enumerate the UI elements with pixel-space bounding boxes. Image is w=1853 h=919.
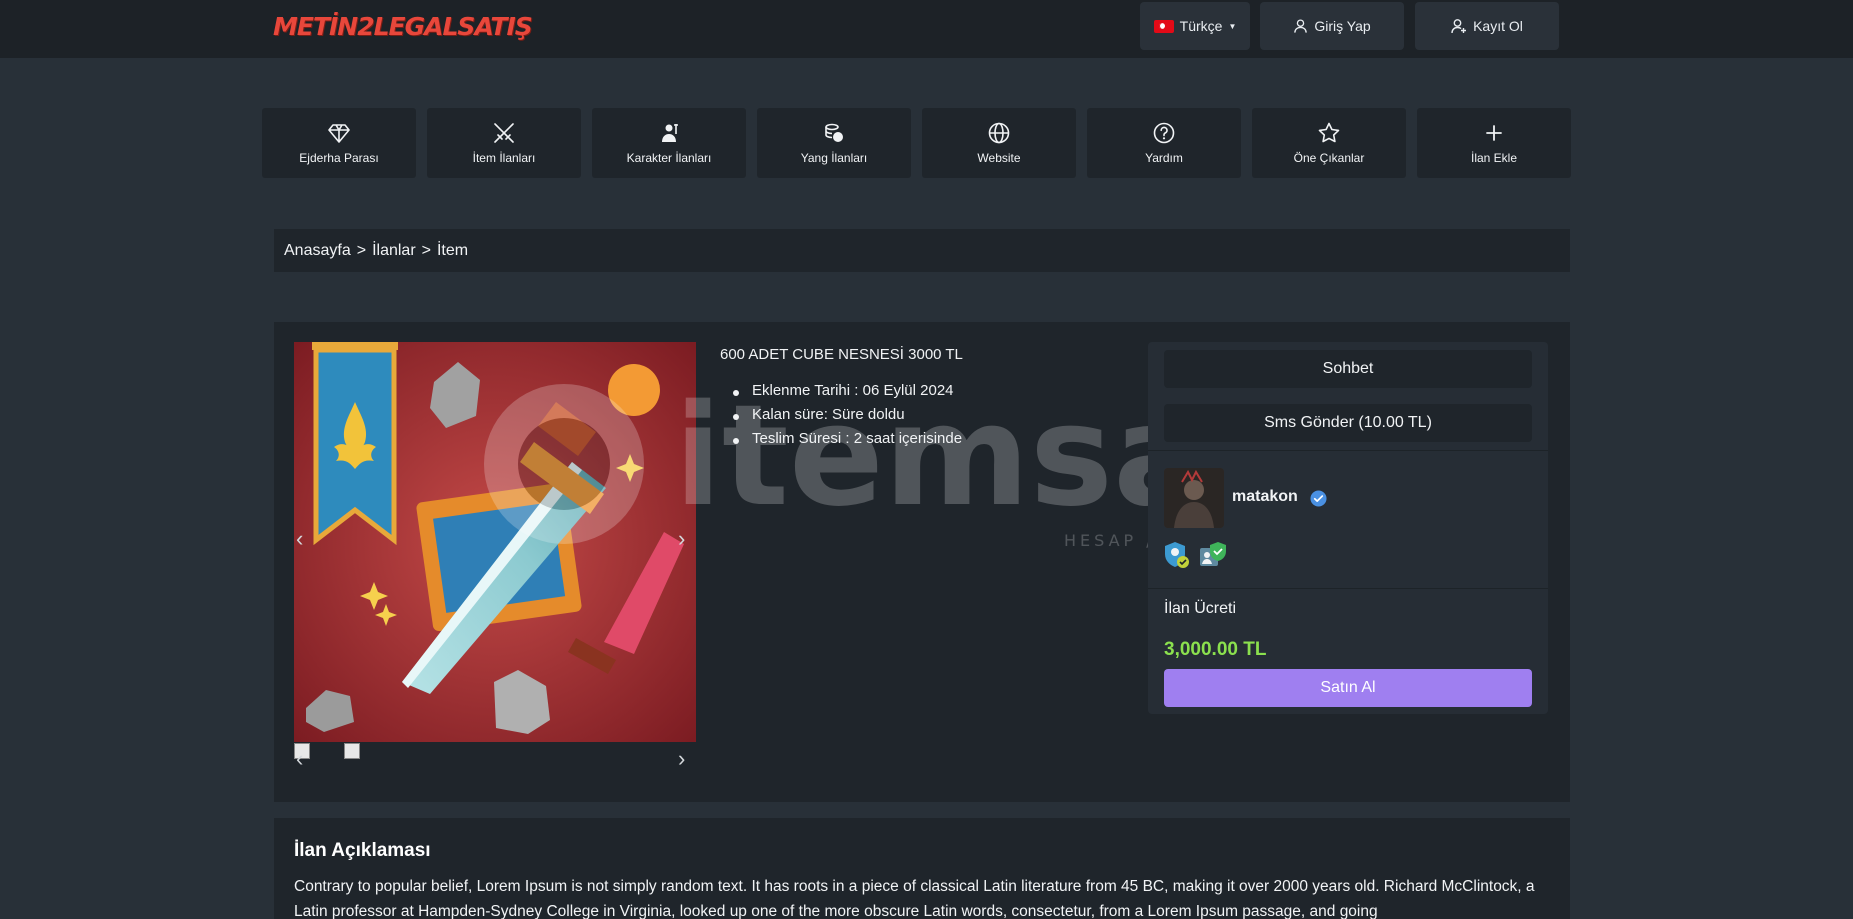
price-label: İlan Ücreti <box>1164 600 1237 617</box>
category-label: Ejderha Parası <box>299 151 379 165</box>
divider <box>1148 588 1548 589</box>
category-one-cikanlar[interactable]: Öne Çıkanlar <box>1252 108 1406 178</box>
product-image-gallery[interactable]: ‹ › <box>294 342 696 742</box>
product-panel: ‹ › ‹ › itemsatış HESAP / SKIN / İTEM / … <box>274 322 1570 802</box>
security-badge-icon <box>1165 542 1189 568</box>
top-header: METİN2LEGALSATIŞ Türkçe ▼ Giriş Yap Kayı… <box>0 0 1853 58</box>
detail-remaining-time: Kalan süre: Süre doldu <box>720 406 962 430</box>
register-button[interactable]: Kayıt Ol <box>1415 2 1559 50</box>
thumbnail-next-arrow[interactable]: › <box>678 746 685 772</box>
breadcrumb-separator: > <box>421 241 431 259</box>
login-button[interactable]: Giriş Yap <box>1260 2 1404 50</box>
breadcrumb-separator: > <box>356 241 367 259</box>
breadcrumb: Anasayfa > İlanlar > İtem <box>274 229 1570 272</box>
user-plus-icon <box>1451 19 1467 34</box>
category-label: Yardım <box>1145 151 1183 165</box>
chat-button[interactable]: Sohbet <box>1164 350 1532 388</box>
category-label: İlan Ekle <box>1470 151 1518 165</box>
turkey-flag-icon <box>1153 19 1174 33</box>
help-circle-icon <box>1153 122 1175 144</box>
category-karakter-ilanlari[interactable]: Karakter İlanları <box>592 108 746 178</box>
gallery-thumbnail[interactable] <box>344 743 360 759</box>
register-label: Kayıt Ol <box>1473 18 1523 34</box>
category-ilan-ekle[interactable]: İlan Ekle <box>1417 108 1571 178</box>
language-label: Türkçe <box>1179 18 1223 34</box>
divider <box>1148 450 1548 451</box>
globe-icon <box>988 122 1010 144</box>
category-label: Yang İlanları <box>800 151 868 165</box>
category-item-ilanlari[interactable]: İtem İlanları <box>427 108 581 178</box>
language-selector[interactable]: Türkçe ▼ <box>1140 2 1250 50</box>
plus-icon <box>1486 125 1502 141</box>
category-ejderha-parasi[interactable]: Ejderha Parası <box>262 108 416 178</box>
category-label: Karakter İlanları <box>626 151 712 165</box>
crossed-swords-icon <box>494 123 514 143</box>
description-panel: İlan Açıklaması Contrary to popular beli… <box>274 818 1570 919</box>
category-nav: Ejderha Parası İtem İlanları Karakter İl… <box>262 108 1571 178</box>
seller-sidebar: Sohbet Sms Gönder (10.00 TL) matakon İla… <box>1148 342 1548 714</box>
category-website[interactable]: Website <box>922 108 1076 178</box>
coins-icon <box>825 123 843 142</box>
diamond-icon <box>328 124 350 143</box>
caret-down-icon: ▼ <box>1228 21 1237 31</box>
description-heading: İlan Açıklaması <box>294 840 431 861</box>
breadcrumb-current: İtem <box>436 241 469 259</box>
category-yang-ilanlari[interactable]: Yang İlanları <box>757 108 911 178</box>
avatar-image <box>1164 468 1224 528</box>
breadcrumb-home[interactable]: Anasayfa <box>284 242 351 260</box>
verified-badge-icon <box>1310 490 1327 507</box>
gallery-prev-arrow[interactable]: ‹ <box>296 526 303 552</box>
buy-button[interactable]: Satın Al <box>1164 669 1532 707</box>
category-label: Website <box>977 151 1021 165</box>
product-image-sword <box>294 342 696 742</box>
breadcrumb-listings[interactable]: İlanlar <box>372 242 416 260</box>
seller-avatar[interactable] <box>1164 468 1224 528</box>
id-verified-badge-icon <box>1200 542 1226 566</box>
site-logo[interactable]: METİN2LEGALSATIŞ <box>273 12 533 41</box>
product-title: 600 ADET CUBE NESNESİ 3000 TL <box>720 346 963 363</box>
seller-name[interactable]: matakon <box>1232 488 1298 506</box>
gallery-next-arrow[interactable]: › <box>678 526 685 552</box>
category-yardim[interactable]: Yardım <box>1087 108 1241 178</box>
thumbnail-prev-arrow[interactable]: ‹ <box>296 746 303 772</box>
price-value: 3,000.00 TL <box>1164 639 1267 660</box>
detail-added-date: Eklenme Tarihi : 06 Eylül 2024 <box>720 382 962 406</box>
user-icon <box>1294 19 1308 33</box>
description-text: Contrary to popular belief, Lorem Ipsum … <box>294 878 1535 919</box>
product-details-list: Eklenme Tarihi : 06 Eylül 2024 Kalan sür… <box>720 382 962 454</box>
category-label: İtem İlanları <box>472 151 536 165</box>
login-label: Giriş Yap <box>1314 18 1371 34</box>
star-icon <box>1318 122 1340 143</box>
character-icon <box>662 124 678 142</box>
sms-send-button[interactable]: Sms Gönder (10.00 TL) <box>1164 404 1532 442</box>
category-label: Öne Çıkanlar <box>1293 151 1365 165</box>
detail-delivery-time: Teslim Süresi : 2 saat içerisinde <box>720 430 962 454</box>
